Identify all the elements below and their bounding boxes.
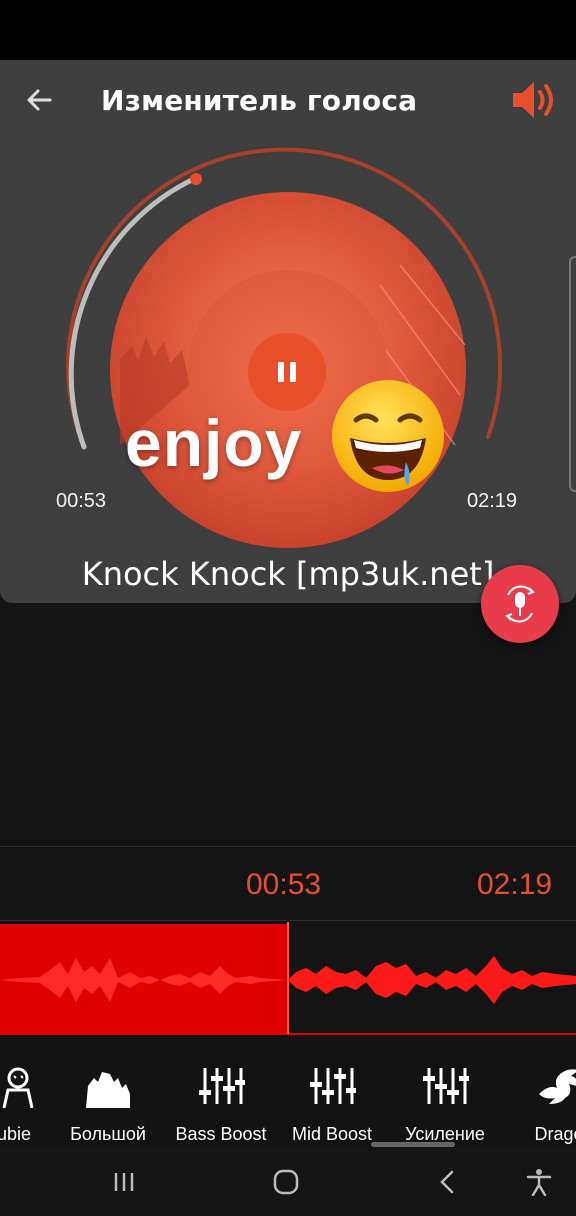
effect-label: Большой xyxy=(70,1124,146,1144)
waveform-remaining xyxy=(288,956,576,1004)
system-nav-bar xyxy=(0,1148,576,1216)
overlay-sticker-text: enjoy xyxy=(125,406,303,480)
pause-icon-bar xyxy=(290,362,296,382)
monster-icon xyxy=(86,1072,130,1108)
effect-label: Bass Boost xyxy=(175,1124,267,1144)
side-panel-handle[interactable] xyxy=(569,256,576,492)
elapsed-time: 00:53 xyxy=(56,490,107,512)
grinning-sweat-emoji xyxy=(332,380,444,492)
effect-label: Mid Boost xyxy=(291,1124,373,1144)
effect-dragon[interactable]: Drago xyxy=(516,1040,576,1148)
equalizer-icon xyxy=(310,1068,356,1104)
effects-bar: ubie Большой Bass Boost Mid Boost Усилен… xyxy=(0,1040,576,1148)
waveform-total-time: 02:19 xyxy=(477,868,553,901)
accessibility-icon[interactable] xyxy=(525,1168,553,1196)
zombie-icon xyxy=(2,1067,34,1108)
home-icon[interactable] xyxy=(272,1168,300,1196)
waveform-current-time: 00:53 xyxy=(246,868,322,901)
status-bar xyxy=(0,0,576,60)
divider xyxy=(0,846,576,847)
back-icon[interactable] xyxy=(434,1168,462,1196)
effect-amplify[interactable]: Усиление xyxy=(396,1040,494,1148)
mic-refresh-icon xyxy=(505,585,535,623)
volume-button[interactable] xyxy=(510,78,558,122)
recent-apps-icon[interactable] xyxy=(110,1168,138,1196)
waveform-timeline[interactable] xyxy=(0,922,576,1038)
divider xyxy=(0,920,576,921)
effect-bass-boost[interactable]: Bass Boost xyxy=(168,1040,274,1148)
voice-record-button[interactable] xyxy=(481,565,559,643)
progress-thumb[interactable] xyxy=(190,173,202,185)
page-title: Изменитель голоса xyxy=(101,84,418,117)
equalizer-icon xyxy=(199,1068,245,1104)
pause-button[interactable] xyxy=(248,333,326,411)
effect-zombie[interactable]: ubie xyxy=(0,1040,56,1148)
arrow-left-icon xyxy=(27,89,52,111)
effect-mid-boost[interactable]: Mid Boost xyxy=(284,1040,380,1148)
equalizer-icon xyxy=(423,1068,469,1104)
pause-icon xyxy=(278,362,284,382)
effect-label: ubie xyxy=(0,1124,32,1144)
effects-scroll-indicator[interactable] xyxy=(371,1142,455,1147)
volume-icon xyxy=(513,82,553,118)
total-time: 02:19 xyxy=(467,490,518,512)
effect-big[interactable]: Большой xyxy=(64,1040,152,1148)
back-button[interactable] xyxy=(22,82,58,118)
dragon-icon xyxy=(539,1069,576,1104)
effect-label: Drago xyxy=(534,1124,576,1144)
